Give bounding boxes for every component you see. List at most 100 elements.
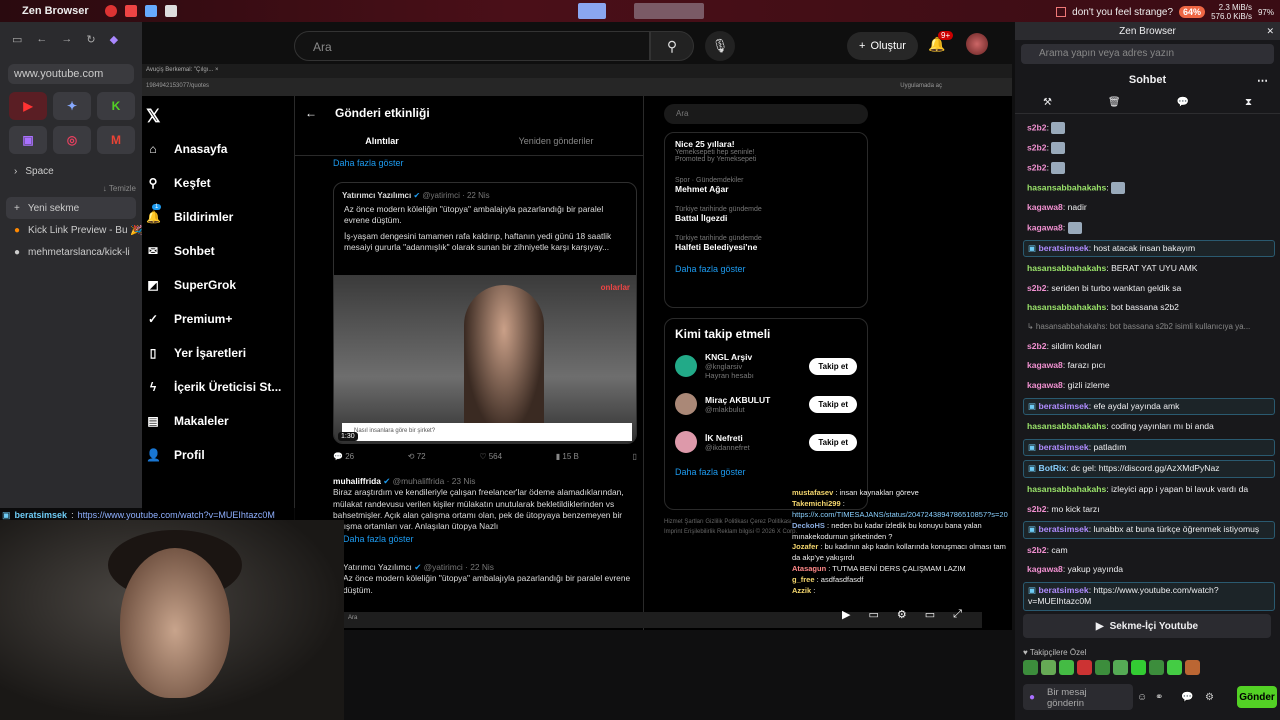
chat-username[interactable]: hasansabbahakahs (1027, 182, 1106, 192)
gear-icon[interactable]: ⚙ (1205, 692, 1214, 703)
reply-post-2: Yatırımcı Yazılımcı ✔ @yatirimci · 22 Ni… (343, 562, 631, 595)
close-icon[interactable]: ✕ (1266, 26, 1274, 37)
chat-username[interactable]: beratsimsek (1039, 524, 1089, 534)
chat-message: s2b2: (1023, 120, 1275, 136)
create-button[interactable]: + Oluştur (847, 32, 918, 60)
subtitles-icon[interactable]: ▭ (868, 608, 878, 621)
chat-username[interactable]: s2b2 (1027, 504, 1047, 514)
chat-username[interactable]: kagawa8 (1027, 222, 1063, 232)
menu-icon[interactable] (164, 5, 177, 17)
twitch-pin[interactable]: ▣ (9, 126, 47, 154)
folder-icon[interactable] (144, 5, 157, 17)
emote-icon[interactable] (1149, 660, 1164, 675)
emote-icon[interactable] (1131, 660, 1146, 675)
extension-icon[interactable]: ◆ (110, 33, 118, 46)
clear-button[interactable]: ↓ Temizle (0, 184, 142, 193)
chat-settings-icon[interactable]: 💬 (1181, 692, 1193, 703)
chat-username[interactable]: hasansabbahakahs (1027, 421, 1106, 431)
chat-icon: ✉ (147, 244, 159, 258)
more-icon[interactable]: ⋯ (1257, 74, 1268, 87)
chat-username[interactable]: beratsimsek (1039, 442, 1089, 452)
webcam-feed (0, 520, 344, 720)
send-button[interactable]: Gönder (1237, 686, 1277, 708)
chat-username[interactable]: kagawa8 (1027, 360, 1063, 370)
sekme-ici-youtube-button[interactable]: ▶ Sekme-İçi Youtube (1023, 614, 1271, 638)
chat-username[interactable]: BotRix (1039, 463, 1067, 473)
back-icon[interactable]: ← (36, 33, 47, 45)
emote-icon[interactable] (1095, 660, 1110, 675)
chat-username[interactable]: hasansabbahakahs (1027, 263, 1106, 273)
gmail-pin[interactable]: M (97, 126, 135, 154)
emoji-icon[interactable]: ☺ (1137, 692, 1147, 703)
microphone-icon[interactable]: 🎙 (705, 31, 735, 61)
settings-group-icon[interactable]: ⚭ (1155, 692, 1163, 703)
zen-title: Zen Browser (1119, 25, 1176, 37)
chat-username[interactable]: s2b2 (1027, 142, 1047, 152)
pin-icon[interactable]: ⚒ (1043, 97, 1052, 108)
youtube-pin[interactable]: ▶ (9, 92, 47, 120)
kick-pin[interactable]: K (97, 92, 135, 120)
tab-kick-link-preview[interactable]: ● Kick Link Preview - Bu 🎉 (0, 219, 142, 241)
chat-username[interactable]: beratsimsek (1039, 401, 1089, 411)
settings-icon[interactable]: ⚙ (897, 608, 907, 621)
chat-text: patladım (1093, 441, 1127, 452)
emote-icon[interactable] (1059, 660, 1074, 675)
tab-github[interactable]: ● mehmetarslanca/kick-li (0, 241, 142, 263)
chat-username[interactable]: hasansabbahakahs (1027, 302, 1106, 312)
youtube-search-input[interactable]: Ara (294, 31, 650, 61)
workspace-indicator[interactable] (578, 3, 606, 19)
emote-icon[interactable] (1167, 660, 1182, 675)
plus-icon: + (859, 40, 866, 52)
sidebar-toggle-icon[interactable]: ▭ (12, 33, 22, 46)
chat-username[interactable]: s2b2 (1027, 341, 1047, 351)
chat-input[interactable]: Bir mesaj gönderin (1023, 684, 1133, 710)
zen-url-input[interactable]: Arama yapın veya adres yazın (1021, 44, 1274, 64)
play-icon[interactable]: ▶ (842, 608, 850, 621)
emote-icon[interactable] (1185, 660, 1200, 675)
browser-sidebar: ▭ ← → ↻ ◆ www.youtube.com ▶ ✦ K ▣ ◎ M › S… (0, 22, 142, 520)
chat-message: ▣ BotRix: dc gel: https://discord.gg/AzX… (1023, 460, 1275, 478)
chat-username[interactable]: kagawa8 (1027, 380, 1063, 390)
url-bar[interactable]: www.youtube.com (8, 64, 134, 84)
emote-icon[interactable] (1113, 660, 1128, 675)
person-image (464, 285, 544, 435)
space-item[interactable]: › Space (0, 160, 142, 182)
emote-icon[interactable] (1041, 660, 1056, 675)
clock-icon[interactable] (124, 5, 137, 17)
chat-username[interactable]: hasansabbahakahs (1027, 484, 1106, 494)
gemini-pin[interactable]: ✦ (53, 92, 91, 120)
chat-username[interactable]: kagawa8 (1027, 564, 1063, 574)
trash-icon[interactable]: 🗑 (1108, 97, 1121, 108)
fullscreen-icon[interactable]: ⤢ (953, 608, 962, 621)
chat-username[interactable]: beratsimsek (1039, 243, 1089, 253)
theater-icon[interactable]: ▭ (925, 608, 935, 621)
chat-text: sildim kodları (1051, 340, 1102, 351)
avatar[interactable] (966, 33, 988, 55)
chat-username[interactable]: beratsimsek (1039, 585, 1089, 595)
chat-bubble-icon[interactable]: 💬 (1177, 97, 1189, 108)
chat-message: s2b2: cam (1027, 544, 1068, 555)
chat-username[interactable]: s2b2 (1027, 283, 1047, 293)
reload-icon[interactable]: ↻ (86, 33, 95, 46)
x-nav-item: ▯ Yer İşaretleri (146, 346, 246, 360)
mic-icon[interactable]: ● (1029, 692, 1035, 703)
video-thumbnail: onlarlar Nasıl insanlara göre bir şirket… (334, 275, 636, 443)
post-header: ← Gönderi etkinliği (305, 106, 430, 120)
chat-message: kagawa8: yakup yayında (1027, 564, 1124, 575)
emote-icon[interactable] (1077, 660, 1092, 675)
new-tab-button[interactable]: + Yeni sekme (6, 197, 136, 219)
chat-username[interactable]: s2b2 (1027, 122, 1047, 132)
system-tray-icon[interactable] (1056, 7, 1067, 17)
notifications-icon[interactable]: 🔔 9+ (928, 31, 954, 53)
emote-icon[interactable] (1023, 660, 1038, 675)
chat-username[interactable]: s2b2 (1027, 162, 1047, 172)
wifi-icon[interactable] (104, 5, 117, 17)
forward-icon[interactable]: → (61, 33, 72, 45)
chat-username[interactable]: s2b2 (1027, 545, 1047, 555)
chat-username[interactable]: kagawa8 (1027, 202, 1063, 212)
hourglass-icon[interactable]: ⧗ (1245, 97, 1252, 108)
workspace-indicator-2[interactable] (634, 3, 704, 19)
instagram-pin[interactable]: ◎ (53, 126, 91, 154)
chat-message: kagawa8: gizli izleme (1027, 379, 1110, 390)
search-icon[interactable]: ⚲ (650, 31, 694, 61)
